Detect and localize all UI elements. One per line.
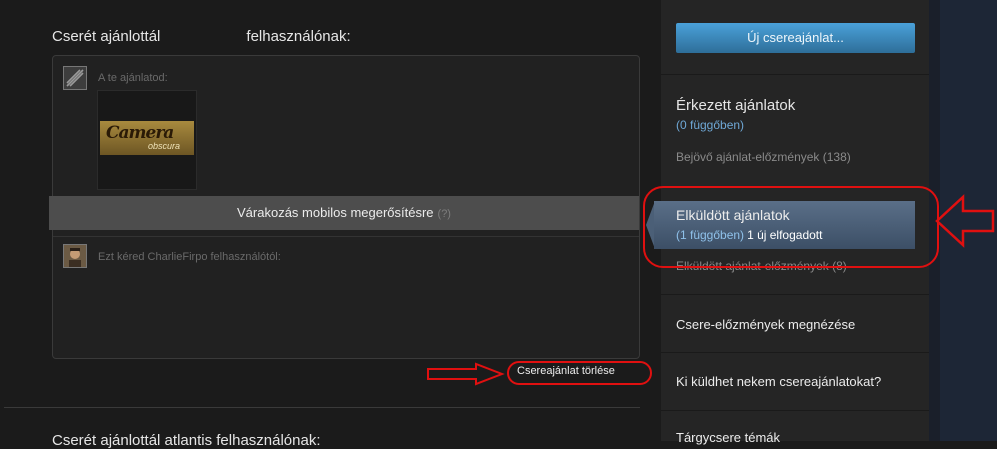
item-image-camera-obscura: Camera obscura xyxy=(100,121,194,155)
annotation-arrow-left-icon xyxy=(935,194,995,248)
new-trade-offer-button[interactable]: Új csereajánlat... xyxy=(676,23,915,53)
offer-title-prefix: Cserét ajánlottál xyxy=(52,28,161,45)
trade-permissions-link[interactable]: Ki küldhet nekem csereajánlatokat? xyxy=(676,374,881,389)
annotation-oval-sent-offers xyxy=(643,186,939,268)
trade-offer-box: A te ajánlatod: Camera obscura Várakozás… xyxy=(49,55,640,359)
item-logo-subtext: obscura xyxy=(148,141,181,151)
offer-separator xyxy=(4,407,640,408)
annotation-arrow-right-icon xyxy=(427,362,505,386)
mobile-confirmation-status: Várakozás mobilos megerősítésre (?) xyxy=(49,196,639,230)
sidebar-divider xyxy=(661,352,929,353)
offer-title-suffix: felhasználónak: xyxy=(246,28,351,45)
offer-title: Cserét ajánlottál felhasználónak: xyxy=(52,28,351,45)
incoming-offers-link[interactable]: Érkezett ajánlatok xyxy=(676,97,795,114)
trade-offers-main: Cserét ajánlottál felhasználónak: A te aj… xyxy=(0,0,657,449)
status-help-link[interactable]: (?) xyxy=(438,208,451,220)
sidebar-divider xyxy=(661,74,929,75)
request-label: Ezt kéred CharlieFirpo felhasználótól: xyxy=(98,251,281,263)
incoming-history-link[interactable]: Bejövő ajánlat-előzmények (138) xyxy=(676,150,851,164)
trade-history-link[interactable]: Csere-előzmények megnézése xyxy=(676,317,855,332)
sidebar-divider xyxy=(661,294,929,295)
divider xyxy=(53,236,639,237)
cancel-offer-button[interactable]: Csereajánlat törlése xyxy=(517,365,615,377)
redacted-username xyxy=(164,31,243,41)
incoming-pending-count[interactable]: (0 függőben) xyxy=(676,118,744,132)
item-slot[interactable]: Camera obscura xyxy=(97,90,197,190)
your-offer-label: A te ajánlatod: xyxy=(98,72,168,84)
status-text: Várakozás mobilos megerősítésre xyxy=(237,205,434,220)
my-avatar[interactable] xyxy=(63,66,87,90)
sidebar-divider xyxy=(661,410,929,411)
trading-topics-link[interactable]: Tárgycsere témák xyxy=(676,430,780,445)
item-logo-text: Camera xyxy=(106,123,174,143)
partner-avatar[interactable] xyxy=(63,244,87,268)
